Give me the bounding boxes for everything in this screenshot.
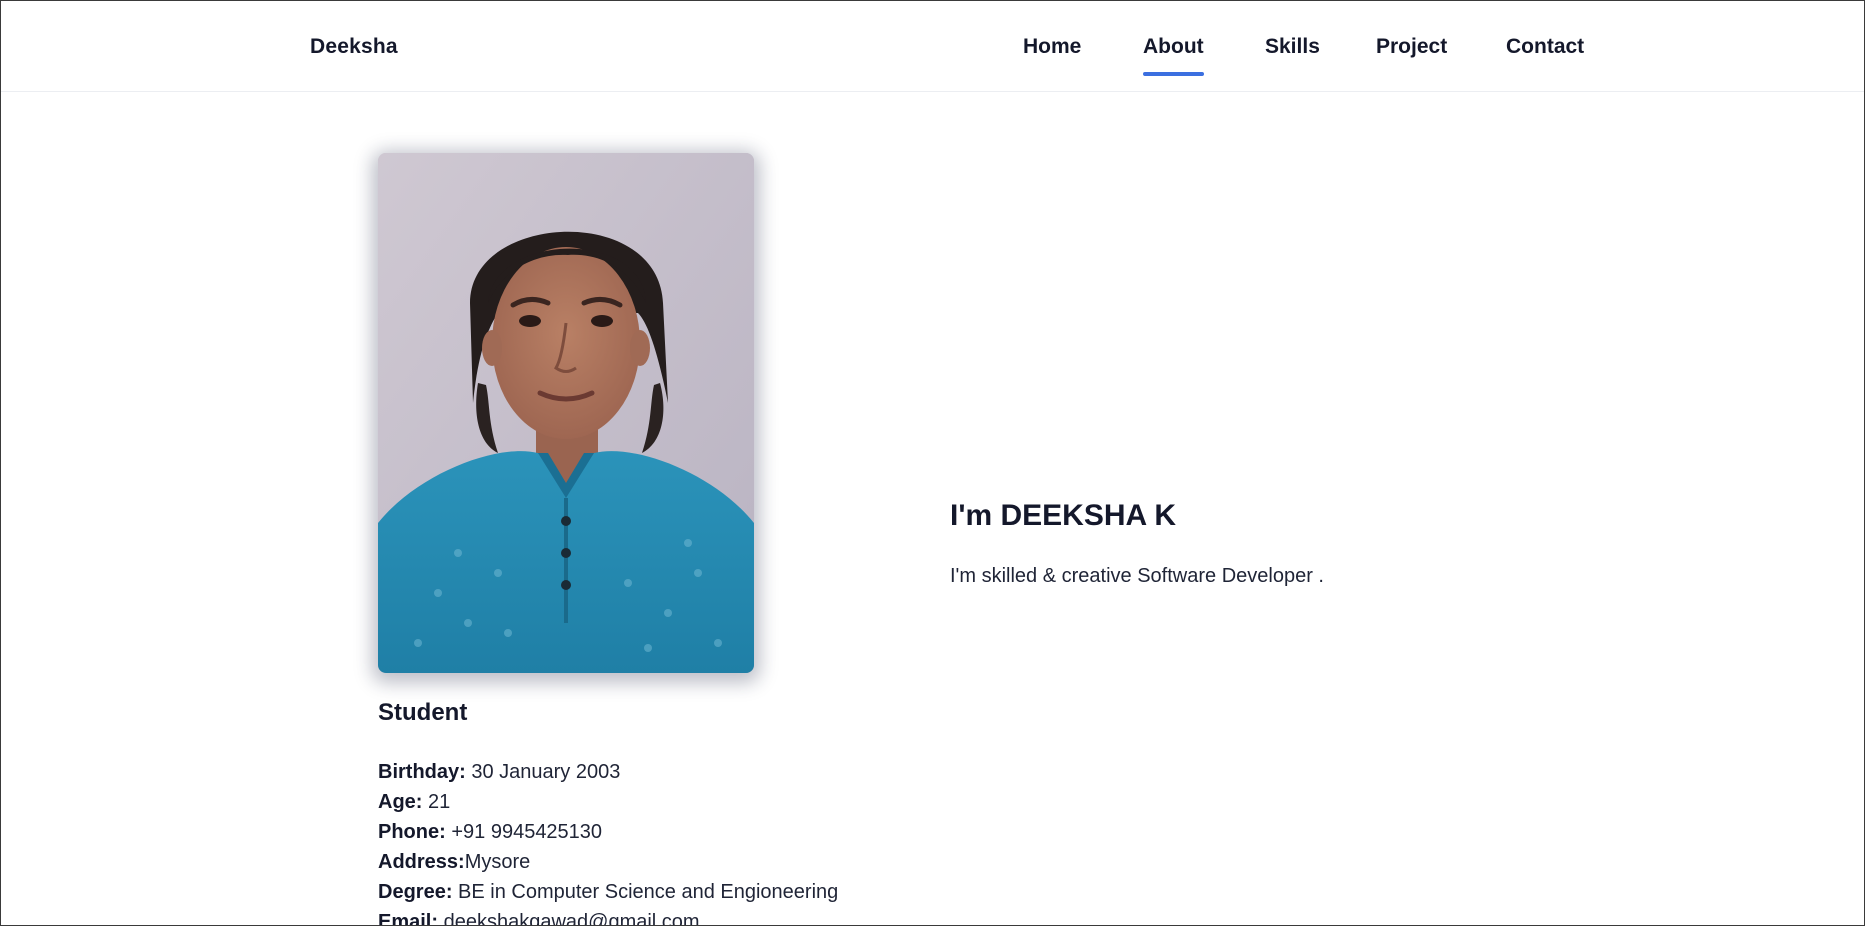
- nav-link-about[interactable]: About: [1143, 35, 1204, 76]
- nav-link-home[interactable]: Home: [1023, 35, 1081, 59]
- brand-logo-text[interactable]: Deeksha: [310, 35, 398, 59]
- detail-degree: Degree: BE in Computer Science and Engio…: [378, 877, 838, 907]
- detail-address: Address:Mysore: [378, 847, 838, 877]
- detail-email: Email: deekshakgawad@gmail.com: [378, 907, 838, 926]
- detail-age-value: 21: [422, 791, 451, 813]
- detail-age: Age: 21: [378, 787, 838, 817]
- detail-phone: Phone: +91 9945425130: [378, 817, 838, 847]
- detail-degree-label: Degree:: [378, 881, 453, 903]
- profile-photo: [378, 153, 754, 673]
- detail-degree-value: BE in Computer Science and Engioneering: [452, 881, 839, 903]
- detail-email-label: Email:: [378, 911, 439, 926]
- intro-text: I'm skilled & creative Software Develope…: [950, 565, 1324, 587]
- site-header: Deeksha Home About Skills Project Contac…: [1, 1, 1864, 92]
- detail-address-label: Address:: [378, 851, 465, 873]
- detail-phone-value: +91 9945425130: [445, 821, 603, 843]
- detail-phone-label: Phone:: [378, 821, 446, 843]
- detail-birthday-value: 30 January 2003: [465, 761, 621, 783]
- detail-age-label: Age:: [378, 791, 423, 813]
- profile-details: Birthday: 30 January 2003 Age: 21 Phone:…: [378, 757, 838, 926]
- page-frame: Deeksha Home About Skills Project Contac…: [0, 0, 1865, 926]
- nav-link-skills[interactable]: Skills: [1265, 35, 1320, 59]
- detail-birthday-label: Birthday:: [378, 761, 466, 783]
- nav-link-contact[interactable]: Contact: [1506, 35, 1584, 59]
- intro-title: I'm DEEKSHA K: [950, 499, 1177, 532]
- detail-address-value: Mysore: [464, 851, 531, 873]
- detail-email-value[interactable]: deekshakgawad@gmail.com: [438, 911, 700, 925]
- nav-link-project[interactable]: Project: [1376, 35, 1447, 59]
- profile-role: Student: [378, 699, 468, 726]
- detail-birthday: Birthday: 30 January 2003: [378, 757, 838, 787]
